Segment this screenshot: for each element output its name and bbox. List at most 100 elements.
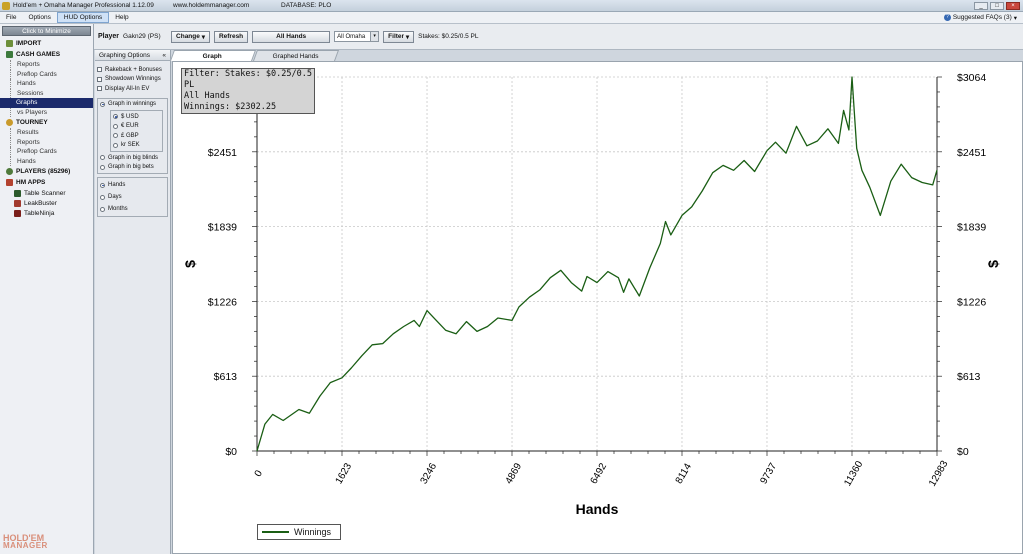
y-tick-label-left: $0 <box>225 446 237 458</box>
sidebar-item-vs-players[interactable]: vs Players <box>10 107 93 117</box>
sidebar-item-reports[interactable]: Reports <box>10 60 93 70</box>
y-tick-label-left: $2451 <box>208 147 237 159</box>
filter-summary-box: Filter: Stakes: $0.25/0.5 PL All Hands W… <box>181 68 315 114</box>
player-toolbar: Player Gakn29 (PS) Change ▾ Refresh All … <box>94 24 1023 50</box>
chevron-down-icon: ▾ <box>201 33 205 41</box>
suggested-faqs-button[interactable]: ? Suggested FAQs (3) ▾ <box>943 14 1017 22</box>
tableninja-icon <box>14 209 21 217</box>
window-title: Hold'em + Omaha Manager Professional 1.1… <box>13 2 154 9</box>
x-axis-months-radio[interactable]: Months <box>98 203 167 215</box>
currency-usd-radio[interactable]: $ USD <box>111 112 162 122</box>
graph-in-big-blinds-radio[interactable]: Graph in big blinds <box>98 153 167 163</box>
rakeback-checkbox[interactable]: Rakeback + Bonuses <box>95 65 170 75</box>
menu-help[interactable]: Help <box>109 13 134 22</box>
app-icon <box>2 1 10 10</box>
x-tick-label: 6492 <box>589 461 610 486</box>
sidebar-app-tableninja[interactable]: TableNinja <box>14 208 93 218</box>
radio-dot <box>113 123 118 129</box>
x-tick-label: 1623 <box>334 461 355 486</box>
player-label: Player <box>98 33 120 40</box>
menu-options[interactable]: Options <box>22 13 56 22</box>
database-name: DATABASE: PLO <box>281 2 332 9</box>
radio-dot <box>113 114 118 120</box>
sidebar-item-tourney-preflop-cards[interactable]: Preflop Cards <box>10 147 93 157</box>
sidebar-app-leakbuster[interactable]: LeakBuster <box>14 198 93 208</box>
faq-label: Suggested FAQs (3) <box>952 14 1012 21</box>
filter-summary-line: All Hands <box>184 91 231 101</box>
currency-sek-radio[interactable]: kr SEK <box>111 141 162 151</box>
currency-group: $ USD € EUR £ GBP kr SEK <box>110 110 163 152</box>
x-tick-label: 11360 <box>842 459 865 488</box>
radio-dot <box>100 164 105 170</box>
title-bar: Hold'em + Omaha Manager Professional 1.1… <box>0 0 1023 12</box>
sidebar-item-tourney-hands[interactable]: Hands <box>10 156 93 166</box>
sidebar-item-sessions[interactable]: Sessions <box>10 88 93 98</box>
import-icon <box>6 40 13 47</box>
sidebar-tourney[interactable]: TOURNEY <box>0 117 93 128</box>
all-in-ev-checkbox[interactable]: Display All-In EV <box>95 84 170 94</box>
minimize-sidebar-button[interactable]: Click to Minimize <box>2 26 91 36</box>
graph-in-winnings-radio[interactable]: Graph in winnings <box>98 100 167 110</box>
game-type-select[interactable]: All Omaha ▾ <box>334 31 380 42</box>
tab-label: Graphed Hands <box>272 52 319 60</box>
x-axis-days-radio[interactable]: Days <box>98 191 167 203</box>
sidebar-section-label: IMPORT <box>16 40 42 47</box>
maximize-window-button[interactable]: □ <box>990 1 1004 10</box>
y-tick-label-left: $1839 <box>208 222 237 234</box>
currency-gbp-radio[interactable]: £ GBP <box>111 131 162 141</box>
sidebar-item-tourney-reports[interactable]: Reports <box>10 137 93 147</box>
y-tick-label-right: $1839 <box>957 222 986 234</box>
y-tick-label-right: $1226 <box>957 296 986 308</box>
currency-eur-radio[interactable]: € EUR <box>111 122 162 132</box>
refresh-button[interactable]: Refresh <box>213 30 249 43</box>
tab-graph[interactable]: Graph <box>169 50 257 61</box>
sidebar-item-tourney-results[interactable]: Results <box>10 128 93 138</box>
stakes-text: Stakes: $0.25/0.5 PL <box>418 33 479 40</box>
close-window-button[interactable]: × <box>1006 1 1020 10</box>
tab-graphed-hands[interactable]: Graphed Hands <box>252 50 340 61</box>
checkbox-box <box>97 86 102 92</box>
sidebar-item-graphs[interactable]: Graphs <box>0 98 93 108</box>
sidebar-import[interactable]: IMPORT <box>0 38 93 49</box>
graph-panel: $0 $0 $613 $613 $1226 $1226 $1839 $1839 $2451 $24… <box>172 61 1023 554</box>
radio-label: Graph in winnings <box>108 101 157 108</box>
sidebar-item-hands[interactable]: Hands <box>10 79 93 89</box>
chart-legend: Winnings <box>257 524 341 540</box>
chevron-down-icon: ▾ <box>405 33 410 41</box>
x-axis-group: Hands Days Months <box>97 177 168 217</box>
x-axis-title: Hands <box>576 501 619 517</box>
change-player-button[interactable]: Change ▾ <box>171 30 210 43</box>
filter-button[interactable]: Filter ▾ <box>383 30 415 43</box>
x-axis-hands-radio[interactable]: Hands <box>98 179 167 191</box>
leakbuster-icon <box>14 199 21 207</box>
menu-file[interactable]: File <box>0 13 22 22</box>
change-label: Change <box>176 33 200 40</box>
graph-in-big-bets-radio[interactable]: Graph in big bets <box>98 163 167 173</box>
sidebar-section-label: HM APPS <box>16 179 46 186</box>
tab-label: Graph <box>203 52 223 60</box>
sidebar-players[interactable]: PLAYERS (85296) <box>0 166 93 177</box>
radio-dot <box>113 133 118 139</box>
sidebar-cash-games[interactable]: CASH GAMES <box>0 49 93 60</box>
x-tick-label: 4869 <box>504 461 525 486</box>
hm-apps-icon <box>6 179 13 186</box>
sidebar-item-preflop-cards[interactable]: Preflop Cards <box>10 69 93 79</box>
all-hands-button[interactable]: All Hands <box>252 30 331 43</box>
menu-hud-options[interactable]: HUD Options <box>56 12 110 23</box>
y-tick-label-right: $3064 <box>957 72 986 84</box>
sidebar-section-label: PLAYERS (85296) <box>16 168 71 175</box>
showdown-winnings-checkbox[interactable]: Showdown Winnings <box>95 75 170 85</box>
graph-tabs: Graph Graphed Hands <box>169 50 1023 61</box>
checkbox-box <box>97 67 102 73</box>
sidebar-app-table-scanner[interactable]: Table Scanner <box>14 188 93 198</box>
graphing-options-header: Graphing Options « <box>95 50 170 61</box>
radio-dot <box>100 101 105 107</box>
checkbox-label: Display All-In EV <box>105 85 150 92</box>
sidebar-hm-apps[interactable]: HM APPS <box>0 177 93 188</box>
radio-label: kr SEK <box>121 142 140 149</box>
collapse-icon[interactable]: « <box>162 52 166 59</box>
radio-label: Graph in big bets <box>108 164 154 171</box>
winnings-chart: $0 $0 $613 $613 $1226 $1226 $1839 $1839 $2451 $24… <box>182 72 1001 517</box>
radio-label: Graph in big blinds <box>108 154 159 161</box>
minimize-window-button[interactable]: _ <box>974 1 988 10</box>
